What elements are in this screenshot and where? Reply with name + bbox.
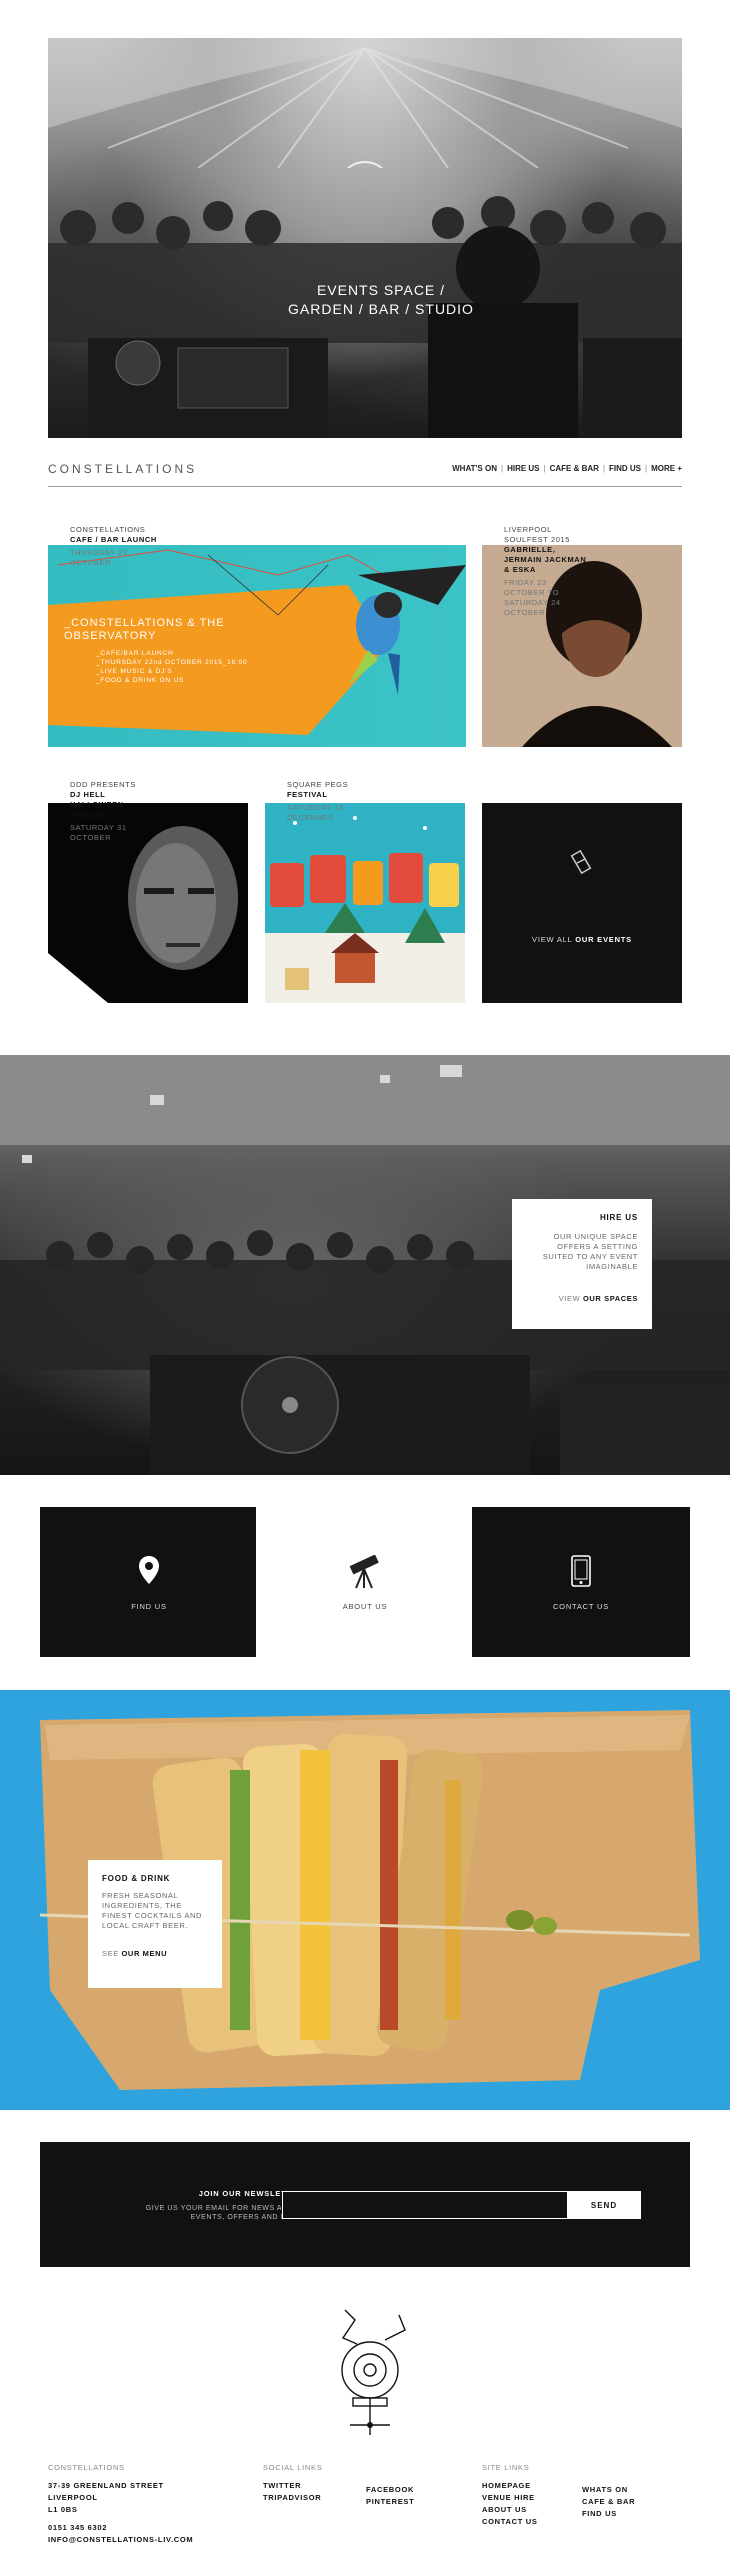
- poster-line: _LIVE MUSIC & DJ'S: [96, 668, 173, 675]
- event-meta: LIVERPOOL SOULFEST 2015 GABRIELLE, JERMA…: [504, 525, 590, 618]
- contact-us-label: CONTACT US: [552, 1602, 610, 1611]
- constellations-logo-icon[interactable]: [315, 2300, 425, 2440]
- event-date: SATURDAY 31 OCTOBER: [70, 823, 127, 842]
- about-us-tile[interactable]: ABOUT US: [256, 1507, 474, 1657]
- brand-logo-text[interactable]: CONSTELLATIONS: [48, 462, 197, 476]
- telescope-icon: [349, 1555, 379, 1589]
- nav-find-us[interactable]: FIND US: [609, 464, 641, 473]
- footer-heading: SOCIAL LINKS: [263, 2463, 323, 2472]
- event-card-cafe-bar-launch[interactable]: _CONSTELLATIONS & THE OBSERVATORY _CAFE/…: [48, 545, 466, 747]
- address-line: 37-39 GREENLAND STREET: [48, 2481, 164, 2490]
- about-us-label: ABOUT US: [342, 1602, 388, 1611]
- footer-heading: CONSTELLATIONS: [48, 2463, 125, 2472]
- link-prefix: SEE: [102, 1949, 119, 1958]
- homepage-link[interactable]: HOMEPAGE: [482, 2480, 538, 2492]
- event-meta: CONSTELLATIONS CAFE / BAR LAUNCH THURSDA…: [70, 525, 160, 568]
- view-spaces-link[interactable]: VIEW OUR SPACES: [526, 1294, 638, 1303]
- event-title[interactable]: DJ HELL HALLOWEEN SPECIAL: [70, 790, 124, 819]
- footer-address: CONSTELLATIONS 37-39 GREENLAND STREET LI…: [48, 2462, 193, 2546]
- view-all-events-link[interactable]: VIEW ALL OUR EVENTS: [482, 935, 682, 944]
- cafe-bar-link[interactable]: CAFE & BAR: [582, 2496, 635, 2508]
- link-bold: OUR SPACES: [582, 1294, 638, 1303]
- see-menu-link[interactable]: SEE OUR MENU: [102, 1949, 208, 1958]
- hire-description: OUR UNIQUE SPACE OFFERS A SETTING SUITED…: [542, 1232, 638, 1271]
- view-all-prefix: VIEW ALL: [532, 935, 573, 944]
- poster-title: _CONSTELLATIONS & THE OBSERVATORY: [64, 617, 225, 642]
- nav-whats-on[interactable]: WHAT'S ON: [452, 464, 497, 473]
- nav-more[interactable]: MORE +: [651, 464, 682, 473]
- nav-hire-us[interactable]: HIRE US: [507, 464, 539, 473]
- ticket-icon: [570, 849, 592, 875]
- event-title[interactable]: CAFE / BAR LAUNCH: [70, 535, 157, 544]
- footer-site-links-right: WHATS ON CAFE & BAR FIND US: [582, 2484, 635, 2520]
- event-series: CONSTELLATIONS: [70, 525, 146, 534]
- bird-illustration: [348, 565, 466, 695]
- event-title[interactable]: GABRIELLE, JERMAIN JACKMAN & ESKA: [504, 545, 586, 574]
- newsletter-heading: JOIN OUR NEWSLETTER: [198, 2189, 304, 2198]
- map-pin-icon: [139, 1556, 159, 1584]
- food-drink-card[interactable]: FOOD & DRINK FRESH SEASONAL INGREDIENTS,…: [88, 1860, 222, 1988]
- tripadvisor-link[interactable]: TRIPADVISOR: [263, 2492, 322, 2504]
- view-all-events-card[interactable]: VIEW ALL OUR EVENTS: [482, 803, 682, 1003]
- poster-line: _THURSDAY 22nd OCTOBER 2015_16:00: [96, 659, 248, 666]
- event-meta: SQUARE PEGS FESTIVAL SATURDAY 12 DECEMBE…: [287, 780, 373, 823]
- footer-social-links-right: FACEBOOK PINTEREST: [366, 2484, 414, 2508]
- footer-social-links: SOCIAL LINKS TWITTER TRIPADVISOR: [263, 2462, 322, 2504]
- event-meta: DDD PRESENTS DJ HELL HALLOWEEN SPECIAL S…: [70, 780, 156, 843]
- footer-site-links: SITE LINKS HOMEPAGE VENUE HIRE ABOUT US …: [482, 2462, 538, 2528]
- poster-details: _CAFE/BAR LAUNCH _THURSDAY 22nd OCTOBER …: [96, 649, 296, 685]
- footer-heading: SITE LINKS: [482, 2463, 530, 2472]
- link-bold: OUR MENU: [121, 1949, 168, 1958]
- whats-on-link[interactable]: WHATS ON: [582, 2484, 635, 2496]
- find-us-tile[interactable]: FIND US: [40, 1507, 258, 1657]
- contact-us-link[interactable]: CONTACT US: [482, 2516, 538, 2528]
- newsletter-email-input[interactable]: [282, 2191, 570, 2219]
- link-prefix: VIEW: [558, 1294, 581, 1303]
- header-divider: [48, 486, 682, 487]
- main-nav: WHAT'S ON | HIRE US | CAFE & BAR | FIND …: [452, 464, 682, 473]
- event-date: FRIDAY 23 OCTOBER TO SATURDAY 24 OCTOBER: [504, 578, 561, 617]
- address-line: L1 0BS: [48, 2505, 78, 2514]
- phone-number[interactable]: 0151 345 6302: [48, 2522, 193, 2534]
- find-us-link[interactable]: FIND US: [582, 2508, 635, 2520]
- hero-headline: EVENTS SPACE / GARDEN / BAR / STUDIO: [288, 282, 474, 317]
- event-series: LIVERPOOL SOULFEST 2015: [504, 525, 571, 544]
- food-heading: FOOD & DRINK: [102, 1874, 171, 1883]
- event-card-festival[interactable]: [265, 803, 465, 1003]
- phone-icon: [571, 1555, 591, 1587]
- event-series: DDD PRESENTS: [70, 780, 136, 789]
- food-description: FRESH SEASONAL INGREDIENTS, THE FINEST C…: [102, 1891, 203, 1930]
- facebook-link[interactable]: FACEBOOK: [366, 2484, 414, 2496]
- twitter-link[interactable]: TWITTER: [263, 2480, 322, 2492]
- poster-line: _FOOD & DRINK ON US: [96, 677, 185, 684]
- contact-us-tile[interactable]: CONTACT US: [472, 1507, 690, 1657]
- newsletter-panel: JOIN OUR NEWSLETTER GIVE US YOUR EMAIL F…: [40, 2142, 690, 2267]
- event-date: SATURDAY 12 DECEMBER: [287, 803, 344, 822]
- nav-separator: |: [645, 464, 648, 473]
- nav-separator: |: [543, 464, 546, 473]
- hire-heading: HIRE US: [599, 1213, 638, 1222]
- pinterest-link[interactable]: PINTEREST: [366, 2496, 414, 2508]
- poster-line: _CAFE/BAR LAUNCH: [96, 650, 174, 657]
- about-us-link[interactable]: ABOUT US: [482, 2504, 538, 2516]
- nav-separator: |: [500, 464, 504, 473]
- tent-canopy: [48, 38, 682, 168]
- newsletter-description: GIVE US YOUR EMAIL FOR NEWS ABOUT EVENTS…: [145, 2205, 304, 2221]
- email-link[interactable]: INFO@CONSTELLATIONS-LIV.COM: [48, 2534, 193, 2546]
- poster-artwork: [48, 549, 466, 735]
- event-title[interactable]: FESTIVAL: [287, 790, 328, 799]
- venue-hire-link[interactable]: VENUE HIRE: [482, 2492, 538, 2504]
- hire-us-card[interactable]: HIRE US OUR UNIQUE SPACE OFFERS A SETTIN…: [512, 1199, 652, 1329]
- nav-separator: |: [602, 464, 606, 473]
- newsletter-send-button[interactable]: SEND: [567, 2191, 641, 2219]
- event-date: THURSDAY 22 OCTOBER: [70, 548, 128, 567]
- festival-artwork: [265, 803, 465, 1003]
- nav-cafe-bar[interactable]: CAFE & BAR: [550, 464, 599, 473]
- event-series: SQUARE PEGS: [287, 780, 349, 789]
- view-all-bold: OUR EVENTS: [575, 935, 632, 944]
- hero-image: EVENTS SPACE / GARDEN / BAR / STUDIO: [48, 38, 682, 438]
- find-us-label: FIND US: [131, 1602, 167, 1611]
- address-line: LIVERPOOL: [48, 2493, 98, 2502]
